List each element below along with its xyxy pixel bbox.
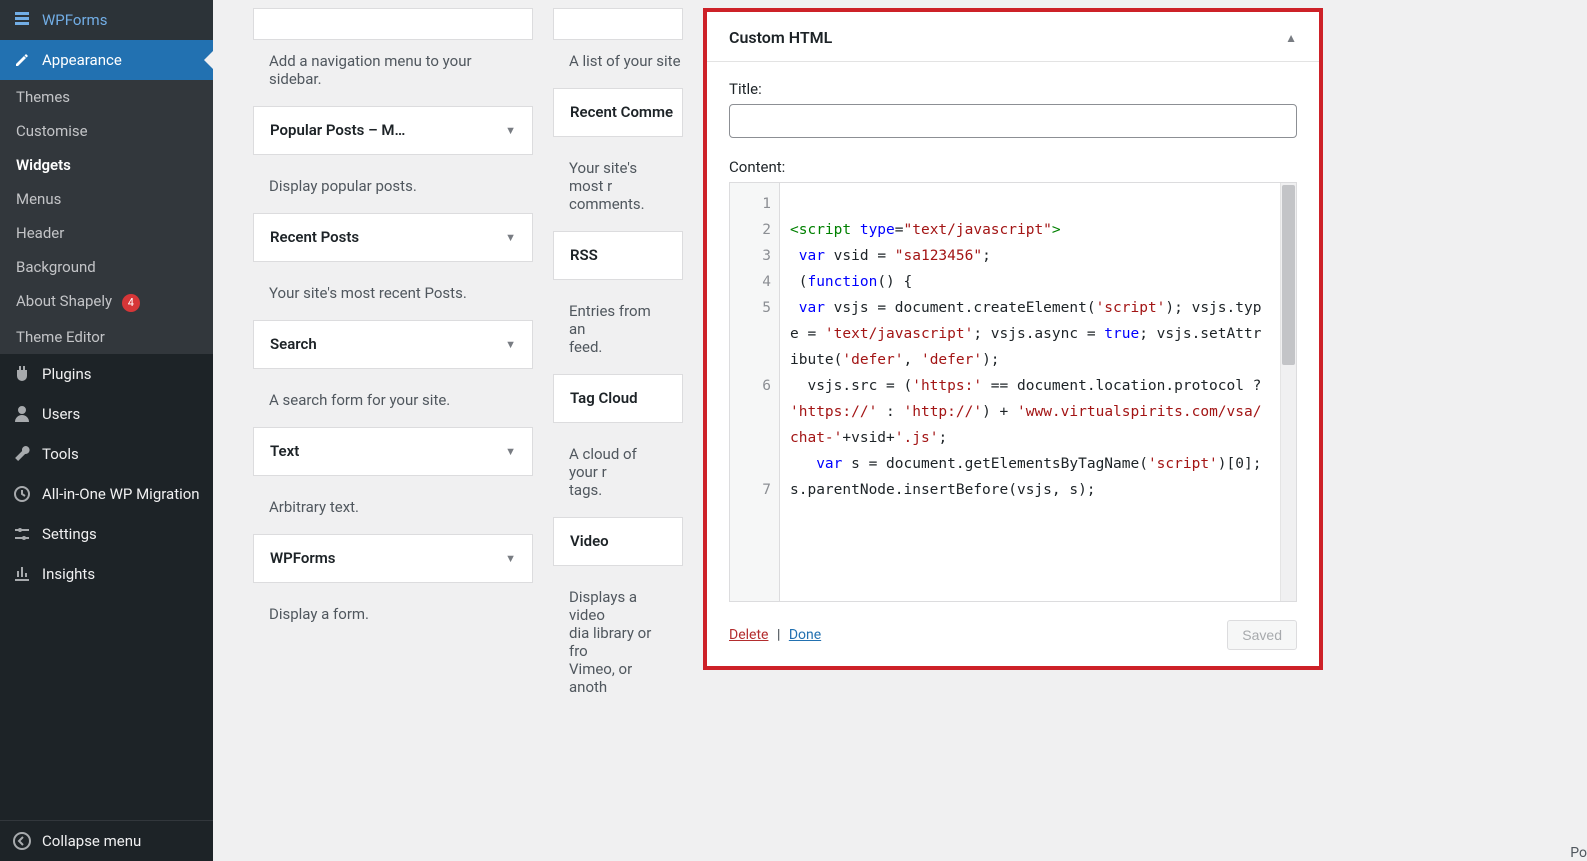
widget-title-input[interactable] [729, 104, 1297, 138]
collapse-menu-button[interactable]: Collapse menu [0, 820, 213, 861]
widget-title: Video [570, 532, 609, 550]
widget-card-video[interactable]: Video [553, 517, 683, 566]
sliders-icon [12, 524, 32, 544]
chart-icon [12, 564, 32, 584]
widget-desc: A cloud of your r tags. [553, 435, 683, 517]
scrollbar[interactable] [1280, 183, 1296, 601]
sidebar-item-label: Tools [42, 445, 79, 463]
widget-desc: Arbitrary text. [253, 488, 533, 534]
sidebar-item-label: Plugins [42, 365, 91, 383]
sidebar-sub-header[interactable]: Header [0, 216, 213, 250]
sidebar-item-appearance[interactable]: Appearance [0, 40, 213, 80]
title-label: Title: [729, 80, 1297, 98]
widget-title: RSS [570, 246, 598, 264]
appearance-submenu: Themes Customise Widgets Menus Header Ba… [0, 80, 213, 354]
widget-desc: Display popular posts. [253, 167, 533, 213]
widget-desc: Entries from an feed. [553, 292, 683, 374]
widget-column-mid: A list of your site Recent Comme Your si… [553, 8, 683, 714]
widget-desc: A list of your site [553, 52, 683, 88]
collapse-icon [12, 831, 32, 851]
widget-title: Text [270, 442, 299, 460]
code-editor[interactable]: 12345 6 7 <script type="text/javascript"… [729, 182, 1297, 602]
chevron-down-icon: ▼ [505, 124, 516, 137]
code-content[interactable]: <script type="text/javascript"> var vsid… [780, 183, 1280, 601]
user-icon [12, 404, 32, 424]
widget-desc: Display a form. [253, 595, 533, 641]
widget-card[interactable] [253, 8, 533, 40]
migrate-icon [12, 484, 32, 504]
sidebar-sub-about-shapely[interactable]: About Shapely 4 [0, 284, 213, 320]
sidebar-sub-menus[interactable]: Menus [0, 182, 213, 216]
widget-desc: Displays a video dia library or fro Vime… [553, 578, 683, 714]
code-gutter: 12345 6 7 [730, 183, 780, 601]
wrench-icon [12, 444, 32, 464]
widget-desc: Add a navigation menu to your sidebar. [253, 52, 533, 106]
sidebar-sub-theme-editor[interactable]: Theme Editor [0, 320, 213, 354]
collapse-label: Collapse menu [42, 832, 141, 850]
admin-sidebar: WPForms Appearance Themes Customise Widg… [0, 0, 213, 861]
widget-title: WPForms [270, 549, 336, 567]
sidebar-sub-themes[interactable]: Themes [0, 80, 213, 114]
sidebar-item-wpforms[interactable]: WPForms [0, 0, 213, 40]
sidebar-item-plugins[interactable]: Plugins [0, 354, 213, 394]
main-content: Add a navigation menu to your sidebar. P… [213, 0, 1587, 861]
saved-button: Saved [1227, 620, 1297, 650]
widget-title: Search [270, 335, 317, 353]
widget-card-tag-cloud[interactable]: Tag Cloud [553, 374, 683, 423]
sidebar-item-users[interactable]: Users [0, 394, 213, 434]
sidebar-item-tools[interactable]: Tools [0, 434, 213, 474]
widget-card-text[interactable]: Text ▼ [253, 427, 533, 476]
widget-title: Recent Posts [270, 228, 359, 246]
widget-card-recent-comments[interactable]: Recent Comme [553, 88, 683, 137]
widget-card-popular-posts[interactable]: Popular Posts – M… ▼ [253, 106, 533, 155]
widget-card[interactable] [553, 8, 683, 40]
widget-desc: Your site's most recent Posts. [253, 274, 533, 320]
sidebar-item-label: WPForms [42, 11, 107, 29]
sidebar-item-label: All-in-One WP Migration [42, 485, 200, 503]
delete-link[interactable]: Delete [729, 627, 768, 643]
sidebar-sub-customise[interactable]: Customise [0, 114, 213, 148]
widget-card-recent-posts[interactable]: Recent Posts ▼ [253, 213, 533, 262]
sidebar-item-label: Appearance [42, 51, 122, 69]
widget-desc: Your site's most r comments. [553, 149, 683, 231]
widget-column-left: Add a navigation menu to your sidebar. P… [253, 8, 533, 714]
content-label: Content: [729, 158, 1297, 176]
widget-card-search[interactable]: Search ▼ [253, 320, 533, 369]
widget-card-rss[interactable]: RSS [553, 231, 683, 280]
chevron-down-icon: ▼ [505, 338, 516, 351]
widget-title: Popular Posts – M… [270, 121, 405, 139]
custom-html-widget-panel: Custom HTML ▲ Title: Content: 12345 6 7 … [703, 8, 1323, 714]
sidebar-item-insights[interactable]: Insights [0, 554, 213, 594]
sidebar-sub-widgets[interactable]: Widgets [0, 148, 213, 182]
update-badge: 4 [122, 294, 140, 312]
chevron-up-icon: ▲ [1285, 31, 1297, 45]
sidebar-sub-background[interactable]: Background [0, 250, 213, 284]
sidebar-item-label: Users [42, 405, 80, 423]
widget-panel-header[interactable]: Custom HTML ▲ [707, 12, 1319, 62]
sidebar-item-aio-migration[interactable]: All-in-One WP Migration [0, 474, 213, 514]
chevron-down-icon: ▼ [505, 231, 516, 244]
done-link[interactable]: Done [789, 627, 821, 643]
chevron-down-icon: ▼ [505, 445, 516, 458]
plug-icon [12, 364, 32, 384]
widget-panel-title: Custom HTML [729, 28, 832, 47]
separator: | [772, 627, 785, 643]
corner-text: Po [1570, 845, 1587, 861]
widget-title: Recent Comme [570, 103, 673, 121]
chevron-down-icon: ▼ [505, 552, 516, 565]
sidebar-item-settings[interactable]: Settings [0, 514, 213, 554]
form-icon [12, 10, 32, 30]
widget-title: Tag Cloud [570, 389, 638, 407]
widget-card-wpforms[interactable]: WPForms ▼ [253, 534, 533, 583]
sidebar-item-label: About Shapely [16, 292, 112, 310]
brush-icon [12, 50, 32, 70]
sidebar-item-label: Settings [42, 525, 97, 543]
sidebar-item-label: Insights [42, 565, 95, 583]
widget-desc: A search form for your site. [253, 381, 533, 427]
